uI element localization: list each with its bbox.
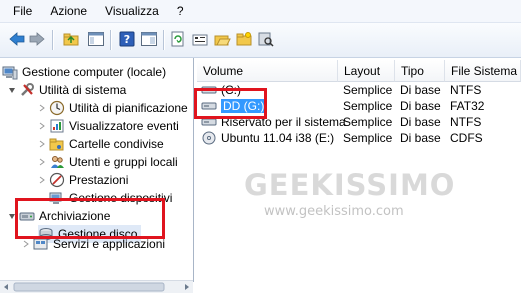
clock-icon <box>49 100 65 116</box>
tools-icon <box>19 82 35 98</box>
toolbar: ? <box>0 23 521 58</box>
pane-divider <box>193 282 197 292</box>
type-value: Di base <box>400 131 441 145</box>
tree-label: Servizi e applicazioni <box>53 237 166 251</box>
type-value: Di base <box>400 83 441 97</box>
disk-search-icon[interactable] <box>256 29 276 49</box>
chevron-down-icon[interactable] <box>8 207 16 225</box>
table-row-selected[interactable]: DD (G:) <box>201 98 267 114</box>
tree-item-system-tools[interactable]: Utilità di sistema <box>8 81 126 99</box>
column-header-filesystem[interactable]: File Sistema <box>445 60 521 82</box>
table-row[interactable]: Ubuntu 11.04 i38 (E:) <box>201 130 334 146</box>
filesystem-value: NTFS <box>450 115 482 129</box>
chevron-right-icon[interactable] <box>22 235 30 253</box>
storage-icon <box>19 208 35 224</box>
tree-label: Utilità di pianificazione <box>69 101 188 115</box>
filesystem-value: FAT32 <box>450 99 485 113</box>
toolbar-separator <box>163 30 165 50</box>
tree-label: Gestione computer (locale) <box>22 65 167 79</box>
table-row[interactable]: Riservato per il sistema <box>201 114 346 130</box>
tree-label: Cartelle condivise <box>69 137 164 151</box>
tree-item-performance[interactable]: Prestazioni <box>38 171 128 189</box>
help-icon[interactable]: ? <box>117 29 137 49</box>
cd-drive-icon <box>201 130 217 146</box>
properties-window-icon[interactable] <box>139 29 159 49</box>
volume-name: DD (G:) <box>221 99 267 113</box>
svg-text:?: ? <box>124 33 130 46</box>
layout-value: Semplice <box>343 83 393 97</box>
event-viewer-icon <box>49 118 65 134</box>
watermark-logo: GEEKISSIMO <box>244 168 456 202</box>
computer-management-icon <box>2 64 18 80</box>
tree-label: Utilità di sistema <box>39 83 127 97</box>
folder-up-icon[interactable] <box>61 29 81 49</box>
tree-item-task-scheduler[interactable]: Utilità di pianificazione <box>38 99 188 117</box>
chevron-right-icon[interactable] <box>38 117 46 135</box>
menu-visualizza[interactable]: Visualizza <box>102 4 162 18</box>
volume-name: Riservato per il sistema <box>221 115 346 129</box>
column-header-layout[interactable]: Layout <box>338 60 395 82</box>
toolbar-separator <box>110 30 112 50</box>
tree-item-users-groups[interactable]: Utenti e gruppi locali <box>38 153 178 171</box>
services-icon <box>33 236 49 252</box>
layout-value: Semplice <box>343 115 393 129</box>
drive-icon <box>201 114 217 130</box>
refresh-icon[interactable] <box>168 29 188 49</box>
chevron-down-icon[interactable] <box>8 81 16 99</box>
menu-help[interactable]: ? <box>174 4 187 18</box>
chevron-right-icon[interactable] <box>38 171 46 189</box>
forward-arrow-icon[interactable] <box>27 29 47 49</box>
tree-label: Gestione dispositivi <box>69 191 173 205</box>
tree-item-services-applications[interactable]: Servizi e applicazioni <box>22 235 165 253</box>
tree-item-root[interactable]: Gestione computer (locale) <box>2 63 166 81</box>
tree-label: Visualizzatore eventi <box>69 119 179 133</box>
performance-icon <box>49 172 65 188</box>
toolbar-separator <box>52 30 54 50</box>
table-row[interactable]: (C:) <box>201 82 241 98</box>
shared-folder-icon <box>49 136 65 152</box>
tree-item-storage[interactable]: Archiviazione <box>8 207 110 225</box>
tree-pane: Gestione computer (locale) Utilità di si… <box>0 58 194 282</box>
new-folder-icon[interactable] <box>234 29 254 49</box>
volume-name: Ubuntu 11.04 i38 (E:) <box>221 131 335 145</box>
chevron-right-icon[interactable] <box>38 153 46 171</box>
tree-label: Prestazioni <box>69 173 129 187</box>
console-tree-icon[interactable] <box>86 29 106 49</box>
chevron-right-icon[interactable] <box>38 99 46 117</box>
watermark-url: www.geekissimo.com <box>264 204 404 219</box>
layout-value: Semplice <box>343 99 393 113</box>
drive-icon <box>201 82 217 98</box>
column-header-type[interactable]: Tipo <box>395 60 445 82</box>
type-value: Di base <box>400 99 441 113</box>
drive-icon <box>201 98 217 114</box>
menu-file[interactable]: File <box>10 4 35 18</box>
properties-icon[interactable] <box>190 29 210 49</box>
filesystem-value: NTFS <box>450 83 482 97</box>
tree-item-shared-folders[interactable]: Cartelle condivise <box>38 135 164 153</box>
back-arrow-icon[interactable] <box>7 29 27 49</box>
users-icon <box>49 154 65 170</box>
volume-name: (C:) <box>221 83 241 97</box>
chevron-right-icon[interactable] <box>38 135 46 153</box>
layout-value: Semplice <box>343 131 393 145</box>
filesystem-value: CDFS <box>450 131 483 145</box>
tree-item-device-manager[interactable]: Gestione dispositivi <box>49 189 172 207</box>
menu-azione[interactable]: Azione <box>47 4 90 18</box>
tree-label: Utenti e gruppi locali <box>69 155 178 169</box>
tree-item-event-viewer[interactable]: Visualizzatore eventi <box>38 117 179 135</box>
open-folder-icon[interactable] <box>212 29 232 49</box>
horizontal-scrollbar[interactable] <box>0 280 193 293</box>
device-manager-icon <box>49 190 65 206</box>
type-value: Di base <box>400 115 441 129</box>
tree-label: Archiviazione <box>39 209 111 223</box>
column-header-volume[interactable]: Volume <box>197 60 338 82</box>
menu-bar: File Azione Visualizza ? <box>0 0 521 23</box>
